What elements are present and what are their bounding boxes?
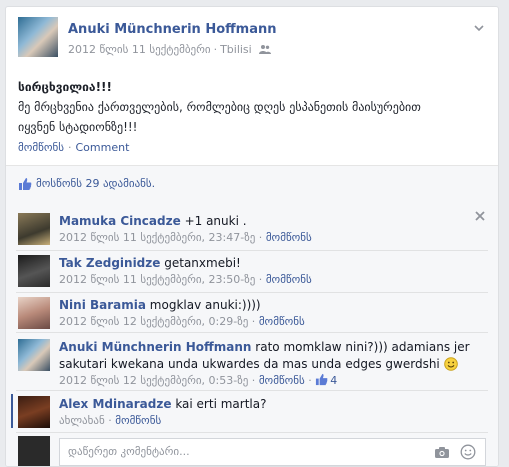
commenter-name[interactable]: Nini Baramia xyxy=(59,298,146,312)
action-separator: · xyxy=(67,141,72,154)
commenter-avatar[interactable] xyxy=(18,213,50,245)
comment-input[interactable]: დაწერეთ კომენტარი... xyxy=(59,438,486,466)
comment-divider xyxy=(16,332,488,333)
emoji-icon[interactable] xyxy=(460,444,476,460)
post-actions: მომწონს · Comment xyxy=(18,141,129,154)
commenter-avatar[interactable] xyxy=(18,339,50,371)
post-line-3: იყვნენ სტადიონზე!!! xyxy=(18,120,138,134)
commenter-avatar[interactable] xyxy=(18,255,50,287)
friends-icon xyxy=(259,45,272,54)
comment-1: Mamuka Cincadze +1 anuki . 2012 წლის 11 … xyxy=(18,213,486,249)
comment-date[interactable]: 2012 წლის 12 სექტემბერი, 0:29-ზე xyxy=(59,315,248,328)
thumbs-up-icon xyxy=(19,178,32,190)
comment-date[interactable]: 2012 წლის 11 სექტემბერი, 23:50-ზე xyxy=(59,273,255,286)
meta-separator: · xyxy=(213,43,218,56)
comment-like-button[interactable]: მომწონს xyxy=(115,414,161,427)
comment-composer: დაწერეთ კომენტარი... xyxy=(18,436,486,466)
comment-2: Tak Zedginidze getanxmebi! 2012 წლის 11 … xyxy=(18,255,486,291)
comments-section: Mamuka Cincadze +1 anuki . 2012 წლის 11 … xyxy=(6,201,498,466)
comment-text: getanxmebi! xyxy=(164,256,241,270)
comment-divider xyxy=(16,292,488,293)
comment-5: Alex Mdinaradze kai erti martla? ახლახან… xyxy=(18,396,486,432)
comment-body: Tak Zedginidze getanxmebi! 2012 წლის 11 … xyxy=(59,256,312,286)
comment-body: Alex Mdinaradze kai erti martla? ახლახან… xyxy=(59,397,267,427)
comment-body: Anuki Münchnerin Hoffmann rato momklaw n… xyxy=(59,340,470,387)
comment-like-button[interactable]: მომწონს xyxy=(266,231,312,244)
post-meta: 2012 წლის 11 სექტემბერი · Tbilisi xyxy=(68,43,272,56)
comment-button[interactable]: Comment xyxy=(75,141,129,154)
comment-like-count[interactable]: 4 xyxy=(330,374,337,387)
commenter-name[interactable]: Mamuka Cincadze xyxy=(59,214,181,228)
comment-timestamp[interactable]: ახლახან xyxy=(59,414,105,427)
comment-date[interactable]: 2012 წლის 11 სექტემბერი, 23:47-ზე xyxy=(59,231,255,244)
comment-body: Nini Baramia mogklav anuki:)))) 2012 წლი… xyxy=(59,298,305,328)
camera-icon[interactable] xyxy=(434,446,450,459)
new-comment-indicator xyxy=(11,394,13,428)
comment-like-button[interactable]: მომწონს xyxy=(266,273,312,286)
post-date[interactable]: 2012 წლის 11 სექტემბერი xyxy=(68,43,211,56)
chevron-down-icon[interactable] xyxy=(472,21,486,35)
comment-3: Nini Baramia mogklav anuki:)))) 2012 წლი… xyxy=(18,297,486,333)
post-header: Anuki Münchnerin Hoffmann 2012 წლის 11 ს… xyxy=(18,17,486,63)
comment-4: Anuki Münchnerin Hoffmann rato momklaw n… xyxy=(18,339,486,391)
comment-like-button[interactable]: მომწონს xyxy=(259,374,305,387)
comment-divider xyxy=(16,432,488,433)
comment-text: +1 anuki . xyxy=(184,214,247,228)
comment-text: mogklav anuki:)))) xyxy=(149,298,261,312)
comment-like-button[interactable]: მომწონს xyxy=(259,315,305,328)
author-name[interactable]: Anuki Münchnerin Hoffmann xyxy=(68,22,277,37)
likes-summary: მოსწონს 29 ადამიანს. xyxy=(6,165,498,201)
thumbs-up-icon xyxy=(316,373,328,386)
post-text: სირცხვილია!!! მე მრცხვენია ქართველების, … xyxy=(18,77,478,137)
like-button[interactable]: მომწონს xyxy=(18,141,64,154)
comment-divider xyxy=(16,390,488,391)
comment-divider xyxy=(16,250,488,251)
commenter-name[interactable]: Alex Mdinaradze xyxy=(59,397,171,411)
composer-avatar xyxy=(18,436,50,466)
post-card: Anuki Münchnerin Hoffmann 2012 წლის 11 ს… xyxy=(5,6,499,467)
comment-text: kai erti martla? xyxy=(175,397,267,411)
comment-body: Mamuka Cincadze +1 anuki . 2012 წლის 11 … xyxy=(59,214,312,244)
commenter-avatar[interactable] xyxy=(18,297,50,329)
commenter-name[interactable]: Anuki Münchnerin Hoffmann xyxy=(59,340,251,354)
comment-date[interactable]: 2012 წლის 12 სექტემბერი, 0:53-ზე xyxy=(59,374,248,387)
likes-count[interactable]: მოსწონს 29 ადამიანს. xyxy=(36,177,155,190)
post-line-1: სირცხვილია!!! xyxy=(18,80,112,94)
commenter-name[interactable]: Tak Zedginidze xyxy=(59,256,160,270)
commenter-avatar[interactable] xyxy=(18,396,50,428)
smiley-icon xyxy=(443,357,458,371)
author-avatar[interactable] xyxy=(18,17,58,57)
post-location[interactable]: Tbilisi xyxy=(220,43,252,56)
post-line-2: მე მრცხვენია ქართველების, რომლებიც დღეს … xyxy=(18,100,421,114)
